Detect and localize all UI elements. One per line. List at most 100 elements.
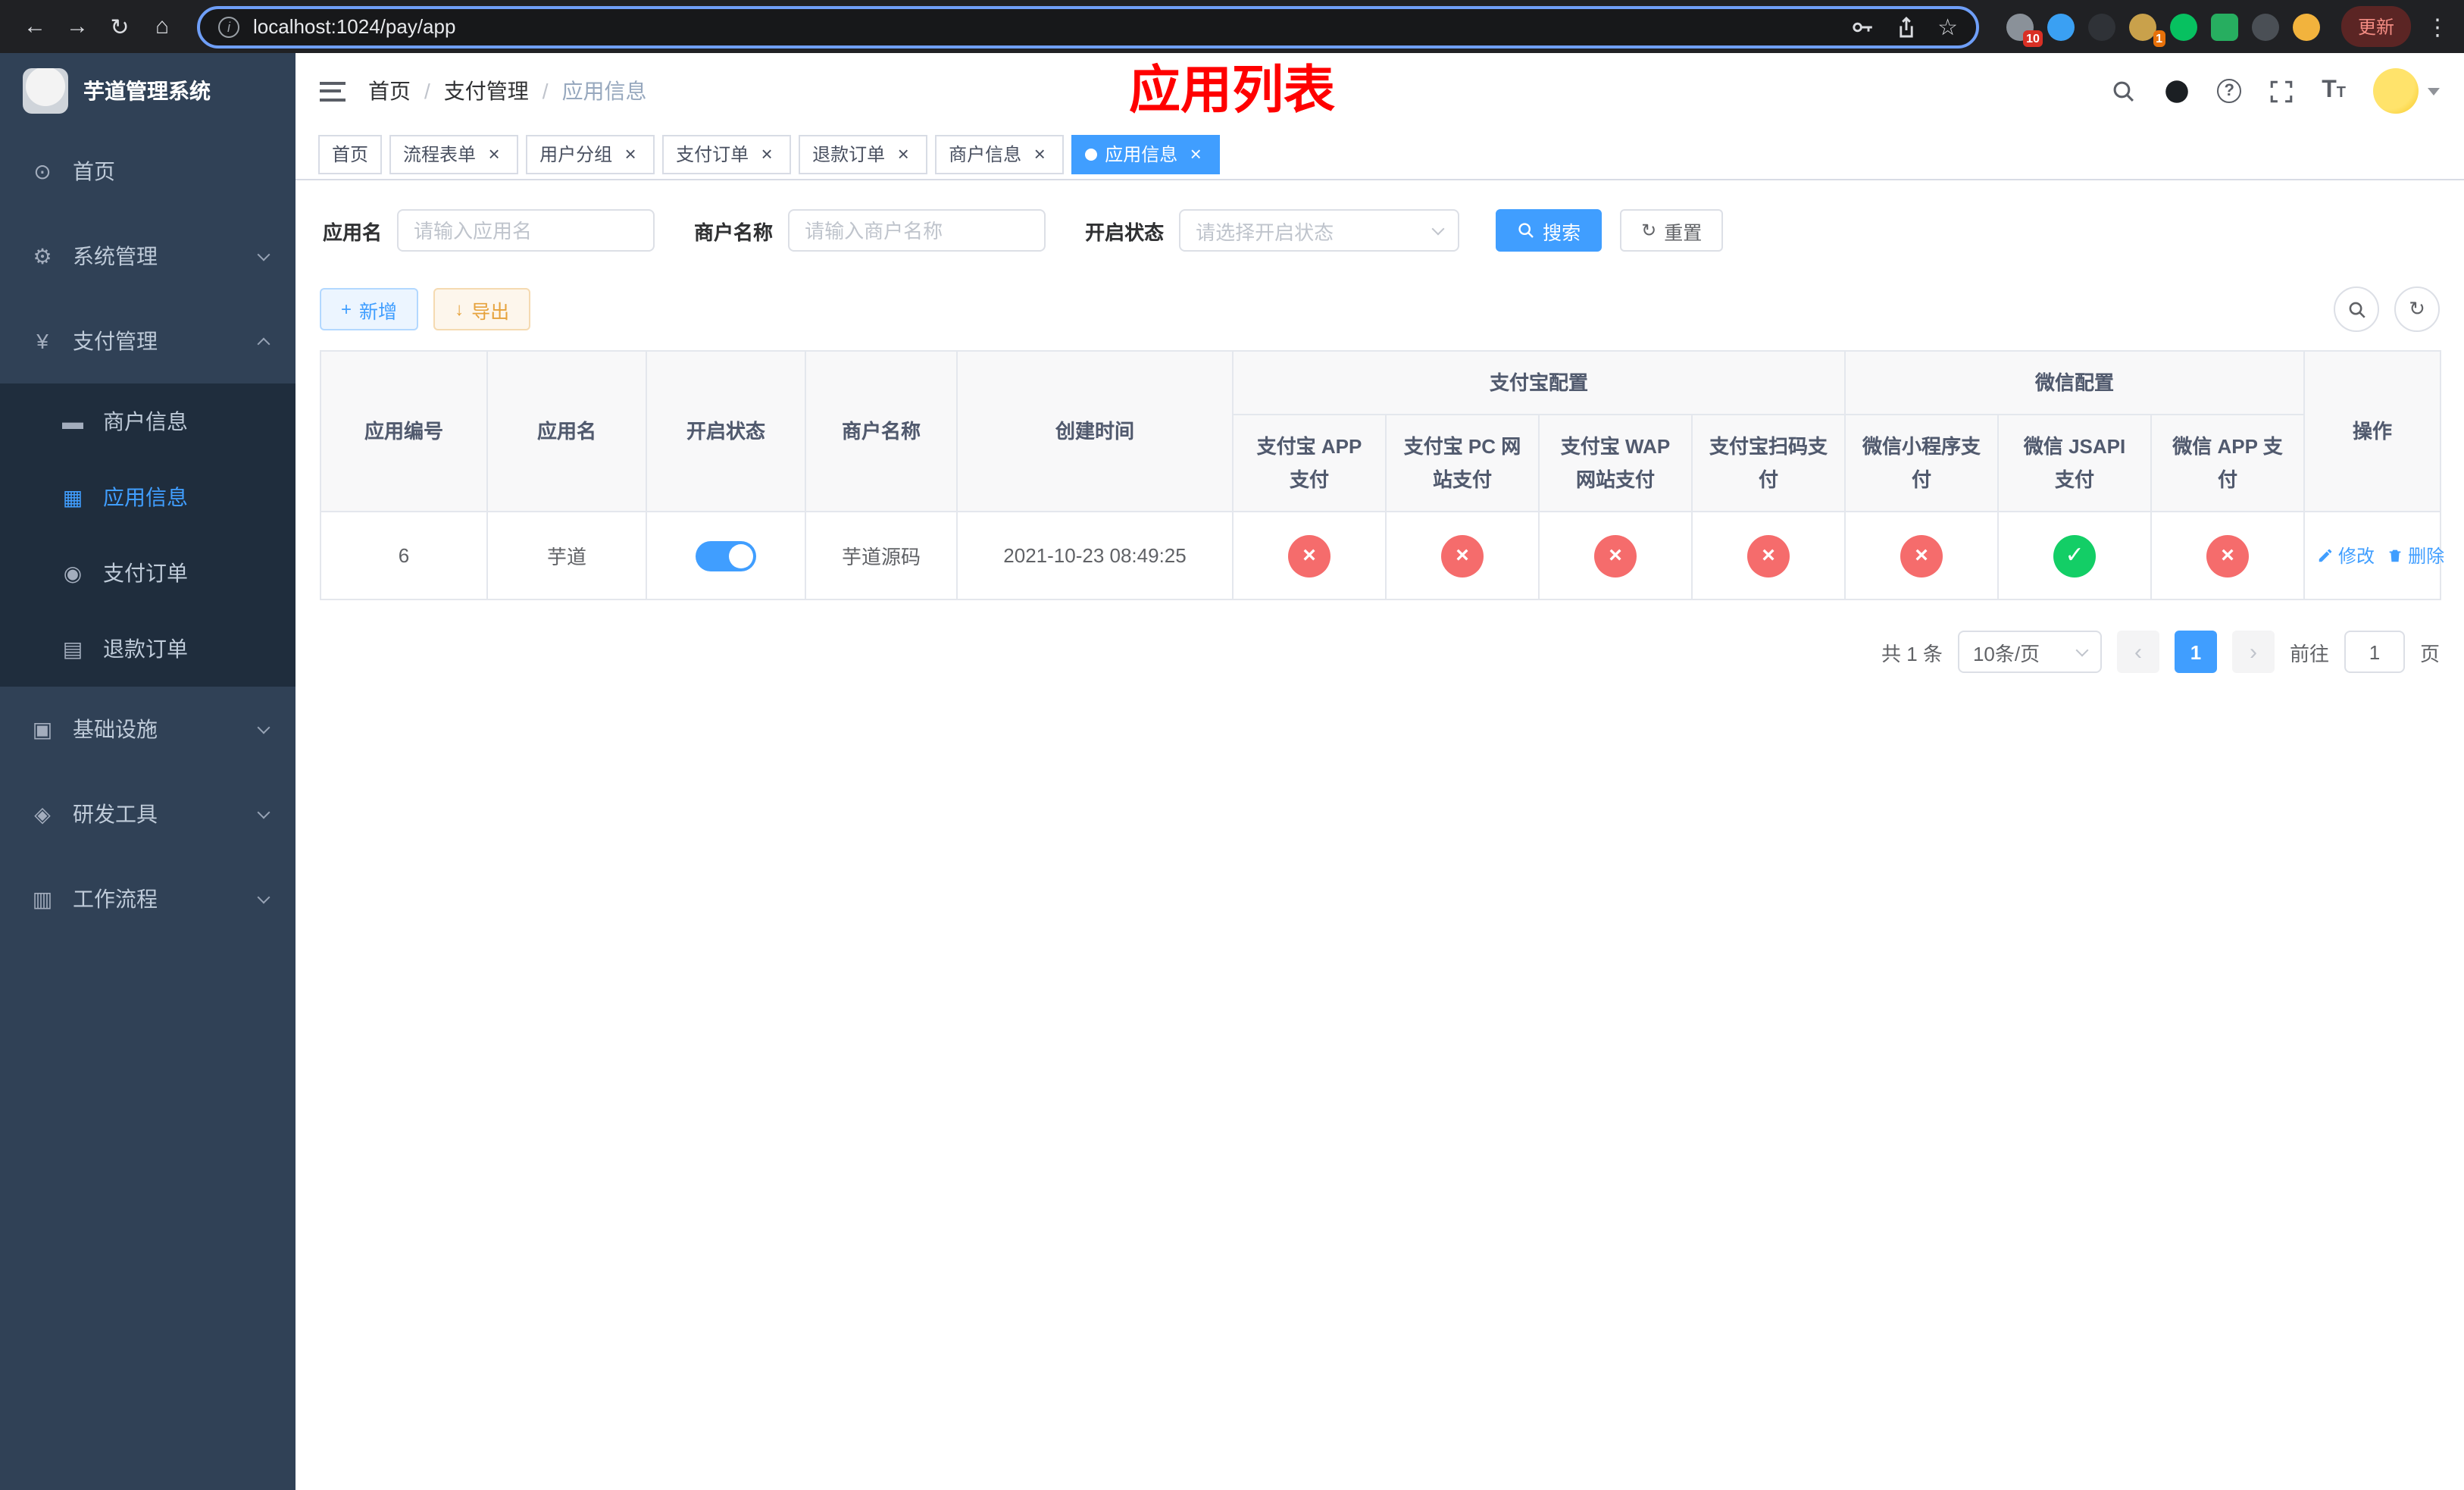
- sidebar-item-app-info[interactable]: ▦ 应用信息: [0, 459, 295, 535]
- extension-icon-6[interactable]: [2210, 13, 2238, 40]
- cell-wechat-jsapi-pay: ✓: [1997, 511, 2153, 600]
- app-name-label: 应用名: [323, 221, 383, 243]
- tab-close-icon[interactable]: ×: [893, 143, 914, 164]
- tab-refund-order[interactable]: 退款订单 ×: [799, 134, 928, 174]
- font-size-icon[interactable]: TT: [2322, 78, 2346, 103]
- add-button[interactable]: + 新增: [320, 288, 419, 330]
- disabled-status-icon: ×: [1747, 534, 1790, 577]
- enabled-status-icon: ✓: [2053, 534, 2097, 577]
- fullscreen-icon[interactable]: [2269, 78, 2294, 104]
- disabled-status-icon: ×: [1900, 534, 1943, 577]
- extension-icon-2[interactable]: [2047, 13, 2075, 40]
- sidebar-item-dev-tools[interactable]: ◈ 研发工具: [0, 772, 295, 856]
- extension-icon-1[interactable]: 10: [2006, 13, 2043, 46]
- extension-icon-7[interactable]: [2251, 13, 2279, 40]
- tab-close-icon[interactable]: ×: [1029, 143, 1050, 164]
- tab-close-icon[interactable]: ×: [1185, 143, 1206, 164]
- tab-close-icon[interactable]: ×: [756, 143, 777, 164]
- sidebar-item-label: 首页: [73, 159, 115, 183]
- chevron-icon: [257, 337, 270, 351]
- bookmark-star-icon[interactable]: ☆: [1937, 13, 1958, 40]
- search-button[interactable]: 搜索: [1496, 209, 1603, 252]
- refund-doc-icon: ▤: [62, 636, 83, 660]
- col-app-id: 应用编号: [320, 350, 488, 512]
- forward-icon[interactable]: →: [58, 7, 97, 46]
- sidebar-item-merchant-info[interactable]: ▬ 商户信息: [0, 383, 295, 459]
- chrome-menu-icon[interactable]: ⋮: [2426, 13, 2449, 40]
- help-icon[interactable]: ?: [2217, 79, 2242, 103]
- sidebar-item-system[interactable]: ⚙ 系统管理: [0, 214, 295, 299]
- cell-alipay-pc-pay: ×: [1385, 511, 1540, 600]
- refresh-table-button[interactable]: ↻: [2394, 286, 2440, 332]
- cell-app-id: 6: [320, 511, 488, 600]
- extension-icon-3[interactable]: [2087, 13, 2115, 40]
- page-1-button[interactable]: 1: [2174, 631, 2217, 673]
- breadcrumb-item[interactable]: 首页: [368, 76, 411, 106]
- disabled-status-icon: ×: [1288, 534, 1330, 577]
- merchant-name-input[interactable]: [788, 209, 1046, 252]
- tab-label: 流程表单: [403, 144, 477, 165]
- col-alipay-app-pay: 支付宝 APP 支付: [1232, 414, 1387, 512]
- tab-pay-order[interactable]: 支付订单 ×: [662, 134, 792, 174]
- tab-close-icon[interactable]: ×: [483, 143, 505, 164]
- tab-close-icon[interactable]: ×: [620, 143, 641, 164]
- next-page-button[interactable]: ›: [2231, 631, 2275, 673]
- goto-label: 前往: [2289, 642, 2329, 665]
- col-alipay-wap-pay: 支付宝 WAP 网站支付: [1538, 414, 1693, 512]
- goto-page-input[interactable]: [2344, 631, 2405, 673]
- site-info-icon[interactable]: i: [218, 16, 239, 37]
- home-icon[interactable]: ⌂: [142, 7, 182, 46]
- chrome-update-button[interactable]: 更新: [2340, 6, 2411, 47]
- search-form: 应用名 商户名称 开启状态 请选择开启状态 搜索: [320, 209, 2440, 252]
- col-created-time: 创建时间: [956, 350, 1234, 512]
- url-text[interactable]: localhost:1024/pay/app: [253, 15, 1836, 38]
- tab-user-group[interactable]: 用户分组 ×: [526, 134, 655, 174]
- page-size-select[interactable]: 10条/页: [1957, 631, 2102, 673]
- breadcrumb-separator: /: [542, 79, 549, 103]
- extension-icon-4[interactable]: 1: [2128, 13, 2165, 46]
- sidebar-item-label: 系统管理: [73, 244, 158, 268]
- status-toggle[interactable]: [696, 540, 756, 571]
- disabled-status-icon: ×: [2206, 534, 2250, 577]
- breadcrumb-item[interactable]: 支付管理: [444, 76, 529, 106]
- sidebar-item-refund-order[interactable]: ▤ 退款订单: [0, 611, 295, 687]
- tab-home[interactable]: 首页: [318, 134, 383, 174]
- app-name-input[interactable]: [397, 209, 655, 252]
- status-select[interactable]: 请选择开启状态: [1179, 209, 1460, 252]
- sidebar-item-payment[interactable]: ¥ 支付管理: [0, 299, 295, 383]
- password-key-icon[interactable]: [1850, 14, 1874, 39]
- user-avatar[interactable]: [2373, 68, 2440, 114]
- export-button[interactable]: ↓ 导出: [433, 288, 531, 330]
- sidebar-item-workflow[interactable]: ▥ 工作流程: [0, 856, 295, 941]
- tab-process-form[interactable]: 流程表单 ×: [389, 134, 519, 174]
- disabled-status-icon: ×: [1441, 534, 1484, 577]
- sidebar-toggle-icon[interactable]: [320, 81, 346, 101]
- col-merchant-name: 商户名称: [805, 350, 958, 512]
- github-icon[interactable]: [2164, 78, 2190, 104]
- search-icon[interactable]: [2111, 78, 2137, 104]
- tab-app-info[interactable]: 应用信息 ×: [1071, 134, 1221, 174]
- breadcrumb: 首页 / 支付管理 / 应用信息: [368, 76, 647, 106]
- url-bar[interactable]: i localhost:1024/pay/app ☆: [197, 5, 1979, 48]
- tab-merchant-info[interactable]: 商户信息 ×: [935, 134, 1065, 174]
- sidebar-item-label: 支付订单: [103, 561, 188, 585]
- cell-merchant-name: 芋道源码: [805, 511, 958, 600]
- extension-icon-5[interactable]: [2169, 13, 2197, 40]
- share-icon[interactable]: [1893, 14, 1918, 39]
- back-icon[interactable]: ←: [15, 7, 55, 46]
- browser-window: ← → ↻ ⌂ i localhost:1024/pay/app ☆ 10 1 更…: [0, 0, 2464, 1490]
- sidebar-item-home[interactable]: ⊙ 首页: [0, 129, 295, 214]
- reload-icon[interactable]: ↻: [100, 7, 139, 46]
- sidebar-item-infrastructure[interactable]: ▣ 基础设施: [0, 687, 295, 772]
- reset-button[interactable]: ↻ 重置: [1620, 209, 1724, 252]
- extension-icon-8[interactable]: [2292, 13, 2320, 40]
- prev-page-button[interactable]: ‹: [2116, 631, 2159, 673]
- submenu-payment: ▬ 商户信息 ▦ 应用信息 ◉ 支付订单 ▤ 退款订单: [0, 383, 295, 687]
- breadcrumb-separator: /: [424, 79, 430, 103]
- devtools-icon: ◈: [34, 801, 51, 825]
- edit-link[interactable]: 修改: [2317, 543, 2375, 568]
- toggle-search-button[interactable]: [2334, 286, 2379, 332]
- page-title: 应用列表: [1129, 62, 1335, 120]
- delete-link[interactable]: 删除: [2387, 543, 2444, 568]
- sidebar-item-pay-order[interactable]: ◉ 支付订单: [0, 535, 295, 611]
